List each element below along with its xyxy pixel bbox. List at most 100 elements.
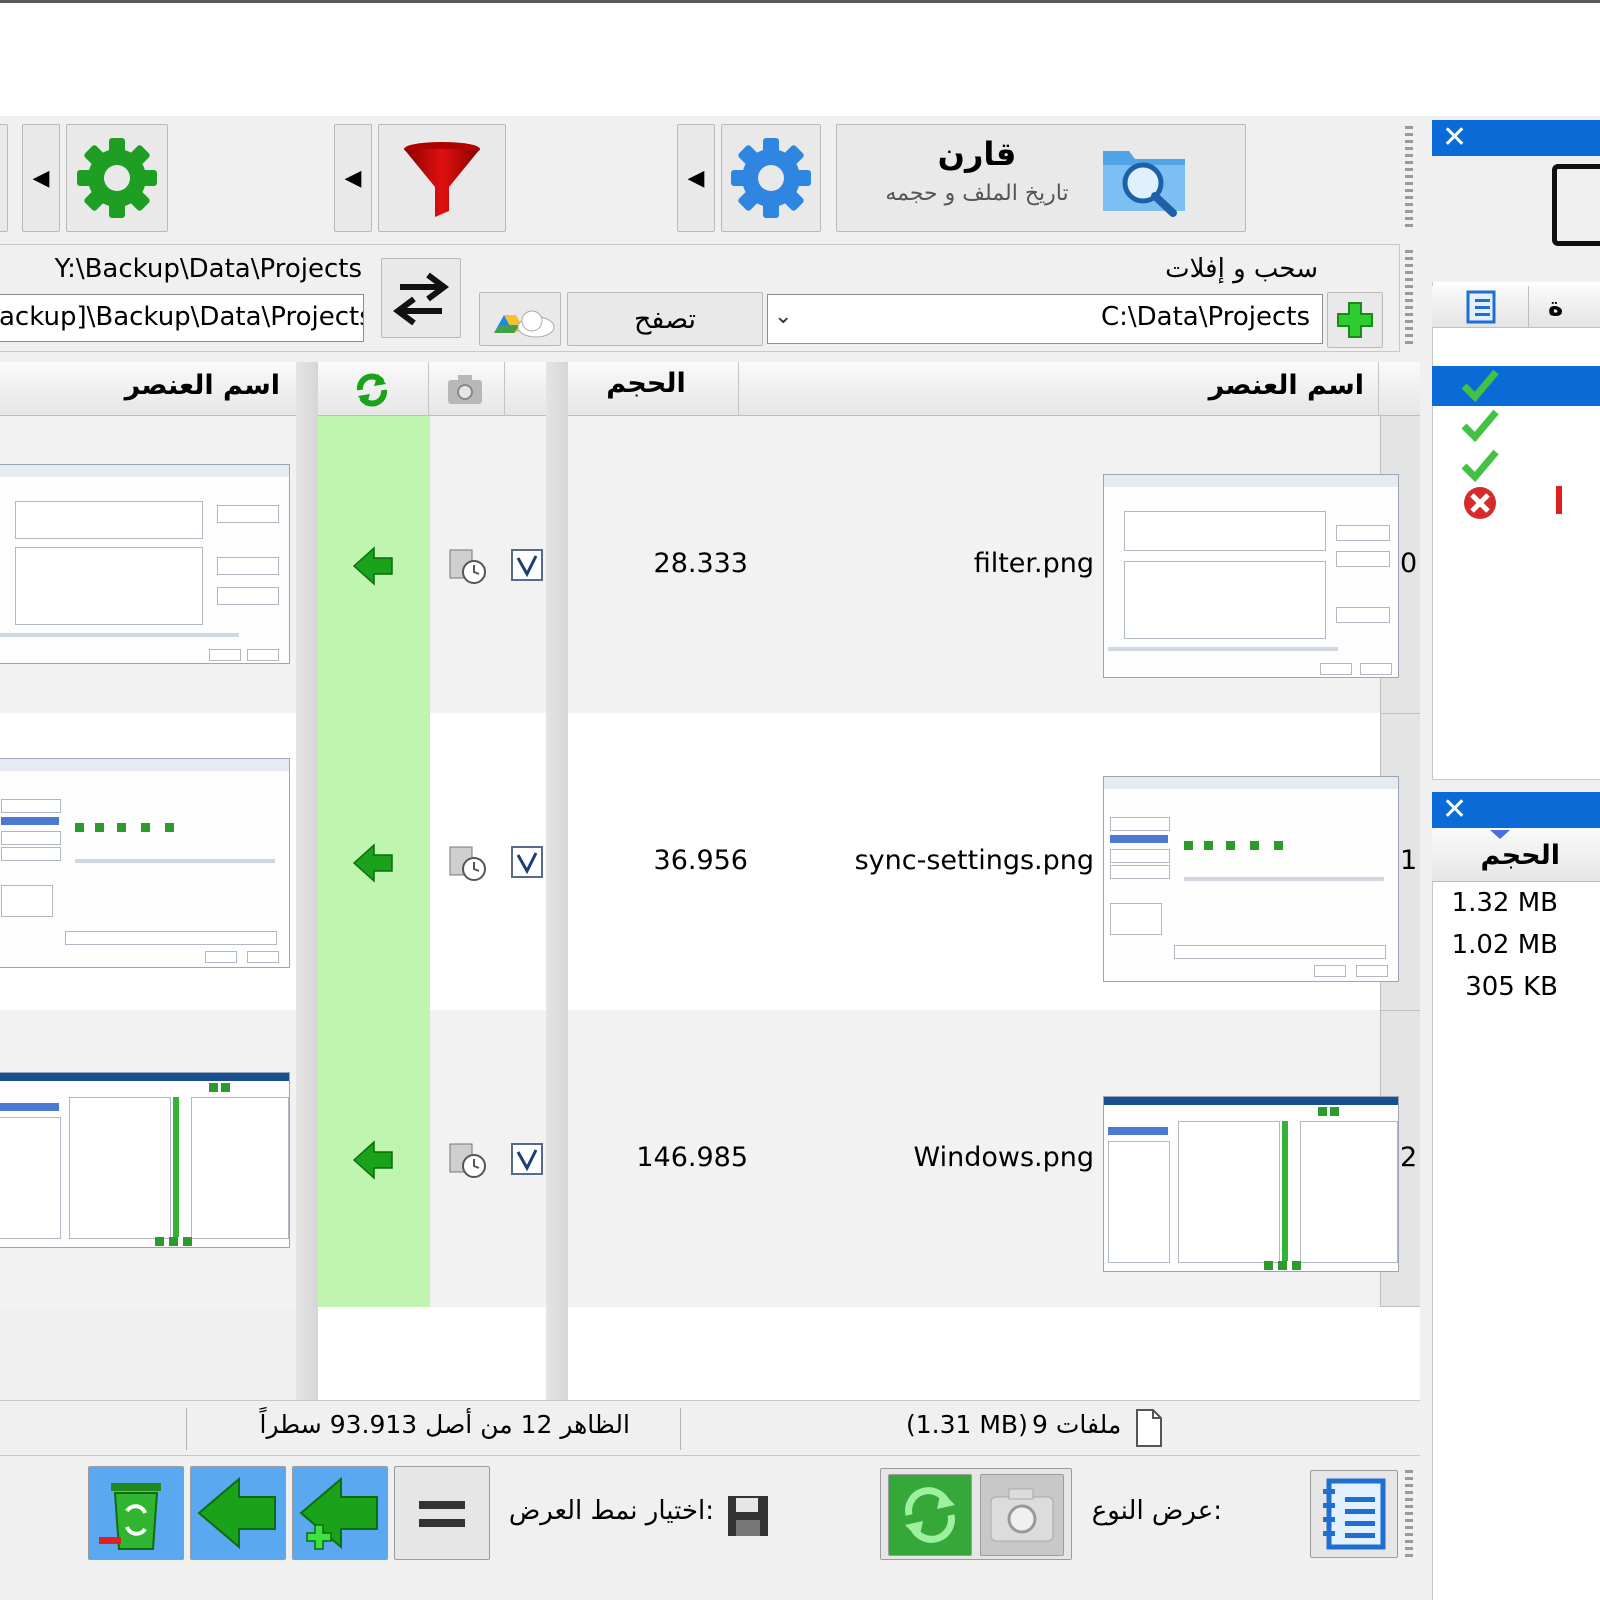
right-folder-label: Y:\Backup\Data\Projects xyxy=(54,254,362,284)
left-arrow-icon[interactable] xyxy=(350,544,396,588)
dock-splitter[interactable] xyxy=(1420,116,1430,1600)
grid-splitter[interactable] xyxy=(296,362,318,1400)
add-folder-pair-button[interactable] xyxy=(1327,292,1383,348)
save-view-button[interactable] xyxy=(722,1490,774,1542)
compare-title: قارن xyxy=(937,135,1017,173)
thumbnail-image xyxy=(0,464,290,664)
overview-panel-header: ✕ xyxy=(1432,792,1600,828)
checkbox-checked-icon[interactable] xyxy=(510,1142,544,1176)
green-gear-icon xyxy=(77,138,157,218)
notebook-list-icon[interactable] xyxy=(1460,288,1500,326)
filter-dropdown[interactable]: ◀ xyxy=(334,124,372,232)
close-icon[interactable]: ✕ xyxy=(1442,120,1467,156)
checkmark-icon xyxy=(1461,409,1499,443)
view-type-label: عرض النوع: xyxy=(1091,1496,1222,1526)
browse-button[interactable]: تصفح xyxy=(567,292,763,346)
left-size-status: (1.31 MB) xyxy=(906,1410,1028,1439)
different-date-icon xyxy=(449,1143,486,1178)
left-folder-path-value: C:\Data\Projects xyxy=(1100,302,1310,332)
title-area xyxy=(0,0,1600,116)
chevron-down-icon[interactable]: ⌄ xyxy=(774,295,792,339)
view-mode-label: اختيار نمط العرض: xyxy=(508,1496,714,1526)
overview-size-value: 305 KB xyxy=(1465,972,1558,1002)
log-button[interactable] xyxy=(1310,1470,1398,1558)
checkbox-checked-icon[interactable] xyxy=(510,548,544,582)
sync-arrows-icon xyxy=(905,1487,955,1543)
overview-grid-header: الحجم xyxy=(1432,828,1600,882)
left-arrow-icon[interactable] xyxy=(350,841,396,885)
left-file-count-status: 9 ملفات xyxy=(1032,1410,1122,1439)
compare-category-header-icon[interactable] xyxy=(446,372,484,406)
left-arrow-icon[interactable] xyxy=(350,1138,396,1182)
equal-button[interactable] xyxy=(394,1466,490,1560)
file-size: 146.985 xyxy=(636,1142,748,1173)
overview-size-value: 1.32 MB xyxy=(1451,888,1558,918)
partial-toolbar-button[interactable] xyxy=(0,124,8,232)
config-tabs xyxy=(1432,286,1600,328)
left-col-name-header[interactable]: اسم العنصر xyxy=(1209,370,1364,401)
sync-action-header-icon[interactable] xyxy=(352,370,392,410)
different-date-icon xyxy=(449,846,486,881)
status-bar xyxy=(0,1400,1420,1456)
cloud-storage-button[interactable] xyxy=(479,292,561,346)
compare-subtitle: تاريخ الملف و حجمه xyxy=(885,181,1069,206)
bottom-toolbar-grip[interactable] xyxy=(1405,1470,1413,1558)
list-item-selected[interactable] xyxy=(1432,366,1600,406)
sync-left-button[interactable] xyxy=(190,1466,286,1560)
left-col-size-header[interactable]: الحجم xyxy=(568,368,724,399)
filter-funnel-icon xyxy=(404,142,480,217)
overview-size-value: 1.02 MB xyxy=(1451,930,1558,960)
file-name[interactable]: sync-settings.png xyxy=(780,845,1094,876)
config-tab-partial-label[interactable]: ة xyxy=(1548,286,1563,328)
sync-settings-button[interactable] xyxy=(66,124,168,232)
notebook-list-icon xyxy=(1323,1478,1386,1550)
checkmark-icon xyxy=(1461,369,1499,403)
cloud-drive-icon xyxy=(494,310,555,338)
right-col-name-header[interactable]: اسم العنصر xyxy=(125,370,280,401)
right-folder-path-input[interactable]: ackup]\Backup\Data\Projects xyxy=(0,294,364,342)
sort-descending-icon xyxy=(1490,830,1510,839)
thumbnail-image xyxy=(0,1072,290,1248)
overview-col-size-header[interactable]: الحجم xyxy=(1481,840,1560,871)
file-size: 36.956 xyxy=(653,845,748,876)
recycle-bin-icon xyxy=(99,1483,161,1550)
folder-search-icon xyxy=(1103,151,1185,217)
swap-arrows-icon xyxy=(393,272,449,326)
save-disk-icon xyxy=(728,1496,768,1536)
camera-search-icon xyxy=(990,1488,1054,1542)
partial-button[interactable] xyxy=(1552,164,1600,246)
filter-button[interactable] xyxy=(378,124,506,232)
equal-sign-icon xyxy=(419,1501,465,1527)
toolbar-grip[interactable] xyxy=(1405,126,1413,230)
file-name[interactable]: filter.png xyxy=(780,548,1094,579)
different-date-icon xyxy=(449,549,486,584)
thumbnail-image xyxy=(1103,776,1399,982)
recycle-bin-button[interactable] xyxy=(88,1466,184,1560)
view-sync-action-button[interactable] xyxy=(888,1474,972,1556)
file-icon xyxy=(1136,1409,1162,1447)
view-category-button[interactable] xyxy=(980,1474,1064,1556)
middle-grid-header xyxy=(318,362,546,416)
thumbnail-image xyxy=(1103,1096,1399,1272)
create-left-button[interactable] xyxy=(292,1466,388,1560)
swap-sides-button[interactable] xyxy=(381,258,461,338)
triangle-left-icon: ◀ xyxy=(344,165,362,191)
checkmark-icon xyxy=(1461,449,1499,483)
compare-settings-dropdown[interactable]: ◀ xyxy=(677,124,715,232)
grid-splitter[interactable] xyxy=(546,362,568,1400)
close-icon[interactable]: ✕ xyxy=(1442,792,1467,828)
left-folder-label: سحب و إفلات xyxy=(1165,254,1318,284)
triangle-left-icon: ◀ xyxy=(687,165,705,191)
checkbox-checked-icon[interactable] xyxy=(510,845,544,879)
right-row-count-status: الظاهر 12 من أصل 93.913 سطراً xyxy=(259,1410,630,1439)
compare-button[interactable]: قارن تاريخ الملف و حجمه xyxy=(836,124,1246,232)
file-size: 28.333 xyxy=(653,548,748,579)
left-folder-path-combobox[interactable]: ⌄ C:\Data\Projects xyxy=(767,294,1323,344)
error-text-fragment xyxy=(1556,486,1562,514)
right-grid-header: اسم العنصر xyxy=(0,362,296,416)
sync-settings-dropdown[interactable]: ◀ xyxy=(22,124,60,232)
blue-gear-icon xyxy=(731,138,811,218)
file-name[interactable]: Windows.png xyxy=(780,1142,1095,1173)
compare-settings-button[interactable] xyxy=(721,124,821,232)
folder-panel-grip[interactable] xyxy=(1405,250,1413,348)
